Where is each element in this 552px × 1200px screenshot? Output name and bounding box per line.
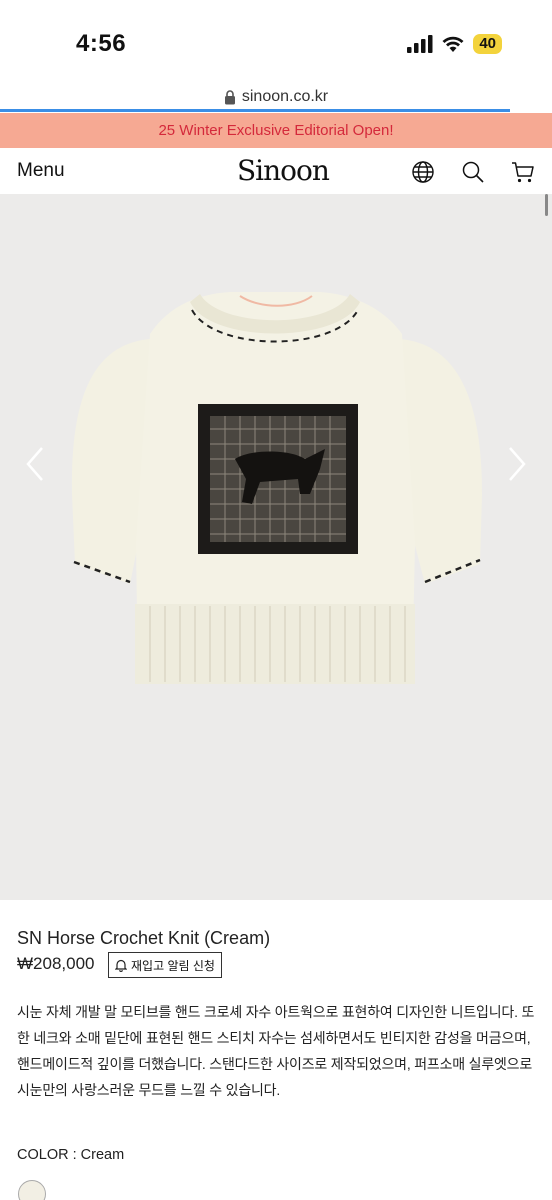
restock-notify-label: 재입고 알림 신청 <box>131 958 215 973</box>
chevron-left-icon[interactable] <box>22 444 48 484</box>
search-icon[interactable] <box>461 160 485 184</box>
battery-indicator: 40 <box>473 34 502 54</box>
product-description: 시눈 자체 개발 말 모티브를 핸드 크로셰 자수 아트웍으로 표현하여 디자인… <box>17 1004 535 1098</box>
url-text: sinoon.co.kr <box>241 88 329 105</box>
globe-icon[interactable] <box>411 160 435 184</box>
status-bar: 4:56 40 <box>0 0 552 80</box>
site-logo[interactable]: Sinoon <box>237 154 330 187</box>
bell-icon <box>115 959 127 972</box>
color-swatch-cream[interactable] <box>18 1180 46 1200</box>
page-load-progress <box>0 109 510 112</box>
cart-icon[interactable] <box>511 160 535 184</box>
site-header: Menu Sinoon <box>0 148 552 194</box>
restock-notify-button[interactable]: 재입고 알림 신청 <box>108 952 222 978</box>
url-bar[interactable]: sinoon.co.kr <box>0 84 552 110</box>
product-image <box>71 292 482 684</box>
product-price: ₩208,000 <box>17 954 95 973</box>
promo-banner[interactable]: 25 Winter Exclusive Editorial Open! <box>0 113 552 148</box>
product-gallery[interactable] <box>0 194 552 900</box>
menu-button[interactable]: Menu <box>17 160 65 182</box>
color-label: COLOR : Cream <box>17 1147 125 1163</box>
status-indicators: 40 <box>407 34 502 54</box>
status-time: 4:56 <box>76 30 127 57</box>
chevron-right-icon[interactable] <box>504 444 530 484</box>
scrollbar[interactable] <box>545 194 548 216</box>
lock-icon <box>224 89 235 104</box>
product-title: SN Horse Crochet Knit (Cream) <box>17 928 271 948</box>
wifi-icon <box>442 36 464 52</box>
signal-icon <box>407 35 433 53</box>
